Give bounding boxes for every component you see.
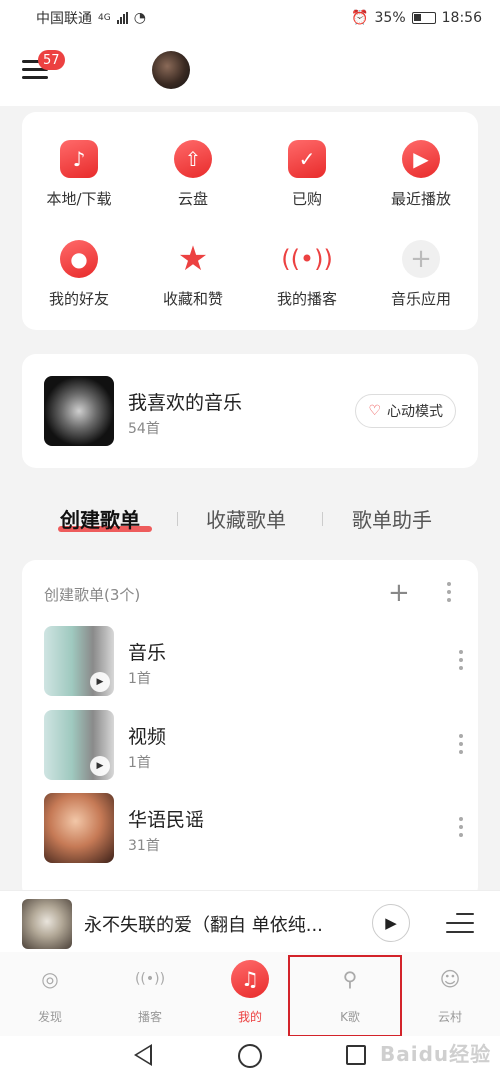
heartbeat-icon: ♡ bbox=[368, 403, 381, 419]
created-playlists-header: 创建歌单(3个) bbox=[44, 586, 141, 604]
quick-action-label: 已购 bbox=[291, 190, 322, 208]
plus-icon: + bbox=[402, 240, 440, 278]
quick-action-collections[interactable]: ★ 收藏和赞 bbox=[136, 239, 250, 320]
playlist-name: 视频 bbox=[128, 726, 167, 748]
recent-apps-icon[interactable] bbox=[346, 1045, 366, 1065]
quick-action-label: 收藏和赞 bbox=[162, 290, 223, 308]
heart-mode-button[interactable]: ♡ 心动模式 bbox=[355, 394, 456, 428]
queue-icon-line bbox=[446, 931, 474, 933]
star-icon: ★ bbox=[177, 239, 209, 279]
playlist-item[interactable]: 华语民谣 31首 bbox=[44, 793, 464, 863]
play-button[interactable]: ▶ bbox=[372, 904, 410, 942]
tab-created-playlists[interactable]: 创建歌单 bbox=[60, 504, 140, 533]
watermark: Baidu经验 bbox=[380, 1042, 492, 1066]
cloud-upload-icon: ⇧ bbox=[174, 140, 212, 178]
queue-icon-line bbox=[446, 922, 474, 924]
playlist-item[interactable]: ▶ 视频 1首 bbox=[44, 710, 464, 780]
playlist-cover: ▶ bbox=[44, 710, 114, 780]
notification-badge: 57 bbox=[38, 50, 65, 70]
podcast-icon: ((•)) bbox=[281, 245, 333, 273]
playlist-count: 31首 bbox=[128, 838, 160, 854]
back-icon[interactable] bbox=[134, 1044, 152, 1066]
tab-divider bbox=[177, 512, 178, 526]
add-playlist-button[interactable]: + bbox=[388, 578, 410, 608]
quick-action-label: 我的好友 bbox=[48, 290, 109, 308]
music-icon: ♫ bbox=[231, 960, 269, 998]
play-icon: ▶ bbox=[90, 672, 110, 692]
quick-action-friends[interactable]: ● 我的好友 bbox=[22, 240, 136, 320]
avatar[interactable] bbox=[152, 51, 190, 89]
annotation-highlight-box bbox=[288, 955, 402, 1037]
carrier-label: 中国联通 bbox=[36, 11, 92, 27]
liked-music-card[interactable]: 我喜欢的音乐 54首 ♡ 心动模式 bbox=[22, 354, 478, 468]
music-note-icon: ♪ bbox=[60, 140, 98, 178]
playlist-more-button[interactable] bbox=[458, 650, 464, 670]
alarm-icon: ⏰ bbox=[351, 10, 369, 26]
play-circle-icon: ▶ bbox=[402, 140, 440, 178]
home-icon[interactable] bbox=[238, 1044, 262, 1068]
playlist-name: 华语民谣 bbox=[128, 809, 205, 831]
now-playing-cover[interactable] bbox=[22, 899, 72, 949]
quick-action-label: 我的播客 bbox=[276, 290, 337, 308]
quick-action-label: 本地/下载 bbox=[46, 190, 112, 208]
tab-divider bbox=[322, 512, 323, 526]
playlist-more-button[interactable] bbox=[458, 734, 464, 754]
playlists-more-button[interactable] bbox=[446, 582, 452, 602]
nav-discover[interactable]: ◎ 发现 bbox=[0, 960, 100, 1025]
shopping-bag-icon: ✓ bbox=[288, 140, 326, 178]
tab-playlist-assistant[interactable]: 歌单助手 bbox=[352, 504, 432, 533]
liked-music-title: 我喜欢的音乐 bbox=[128, 392, 243, 414]
quick-action-recent-play[interactable]: ▶ 最近播放 bbox=[364, 140, 478, 220]
quick-action-label: 音乐应用 bbox=[390, 290, 451, 308]
battery-percent: 35% bbox=[374, 10, 406, 26]
liked-music-count: 54首 bbox=[128, 421, 160, 437]
heart-mode-label: 心动模式 bbox=[387, 404, 443, 420]
playlist-queue-button[interactable] bbox=[446, 909, 474, 937]
nav-community[interactable]: ☺ 云村 bbox=[400, 960, 500, 1025]
wifi-icon: ◔ bbox=[133, 10, 146, 26]
playlist-name: 音乐 bbox=[128, 642, 167, 664]
now-playing-title[interactable]: 永不失联的爱（翻自 单依纯... bbox=[84, 911, 354, 937]
playlist-count: 1首 bbox=[128, 755, 151, 771]
menu-icon-line bbox=[22, 76, 48, 79]
created-playlists-card: 创建歌单(3个) + ▶ 音乐 1首 ▶ 视频 1首 华语民谣 31首 bbox=[22, 560, 478, 900]
nav-mine[interactable]: ♫ 我的 bbox=[200, 960, 300, 1025]
discover-icon: ◎ bbox=[41, 967, 59, 991]
play-icon: ▶ bbox=[385, 914, 397, 932]
nav-label: 云村 bbox=[437, 1010, 462, 1024]
playlist-item[interactable]: ▶ 音乐 1首 bbox=[44, 626, 464, 696]
status-bar: 中国联通 4G ◔ ⏰ 35% 18:56 bbox=[0, 0, 500, 36]
clock: 18:56 bbox=[441, 10, 482, 26]
quick-action-label: 最近播放 bbox=[390, 190, 451, 208]
mini-player[interactable]: 永不失联的爱（翻自 单依纯... ▶ bbox=[0, 890, 500, 952]
quick-action-local-download[interactable]: ♪ 本地/下载 bbox=[22, 140, 136, 220]
podcast-icon: ((•)) bbox=[134, 971, 166, 987]
playlist-cover bbox=[44, 793, 114, 863]
tab-collected-playlists[interactable]: 收藏歌单 bbox=[206, 504, 286, 533]
signal-icon bbox=[116, 12, 128, 24]
playlist-cover: ▶ bbox=[44, 626, 114, 696]
quick-action-label: 云盘 bbox=[177, 190, 208, 208]
community-icon: ☺ bbox=[439, 967, 461, 991]
queue-icon bbox=[456, 913, 474, 915]
battery-icon bbox=[411, 12, 436, 24]
quick-actions-card: ♪ 本地/下载 ⇧ 云盘 ✓ 已购 ▶ 最近播放 ● 我的好友 ★ 收藏和赞 (… bbox=[22, 112, 478, 330]
quick-action-cloud-disk[interactable]: ⇧ 云盘 bbox=[136, 140, 250, 220]
header: 57 bbox=[0, 36, 500, 106]
nav-podcast[interactable]: ((•)) 播客 bbox=[100, 960, 200, 1025]
quick-action-my-podcast[interactable]: ((•)) 我的播客 bbox=[250, 240, 364, 320]
playlist-tabs: 创建歌单 收藏歌单 歌单助手 bbox=[0, 498, 500, 542]
nav-label: 我的 bbox=[237, 1010, 262, 1024]
liked-music-cover bbox=[44, 376, 114, 446]
quick-action-music-apps[interactable]: + 音乐应用 bbox=[364, 240, 478, 320]
nav-label: 播客 bbox=[137, 1010, 162, 1024]
playlist-more-button[interactable] bbox=[458, 817, 464, 837]
play-icon: ▶ bbox=[90, 756, 110, 776]
quick-action-purchased[interactable]: ✓ 已购 bbox=[250, 140, 364, 220]
nav-label: 发现 bbox=[37, 1010, 62, 1024]
friends-icon: ● bbox=[60, 240, 98, 278]
network-type: 4G bbox=[98, 13, 111, 23]
bottom-nav: ◎ 发现 ((•)) 播客 ♫ 我的 ⚲ K歌 ☺ 云村 bbox=[0, 952, 500, 1036]
playlist-count: 1首 bbox=[128, 671, 151, 687]
